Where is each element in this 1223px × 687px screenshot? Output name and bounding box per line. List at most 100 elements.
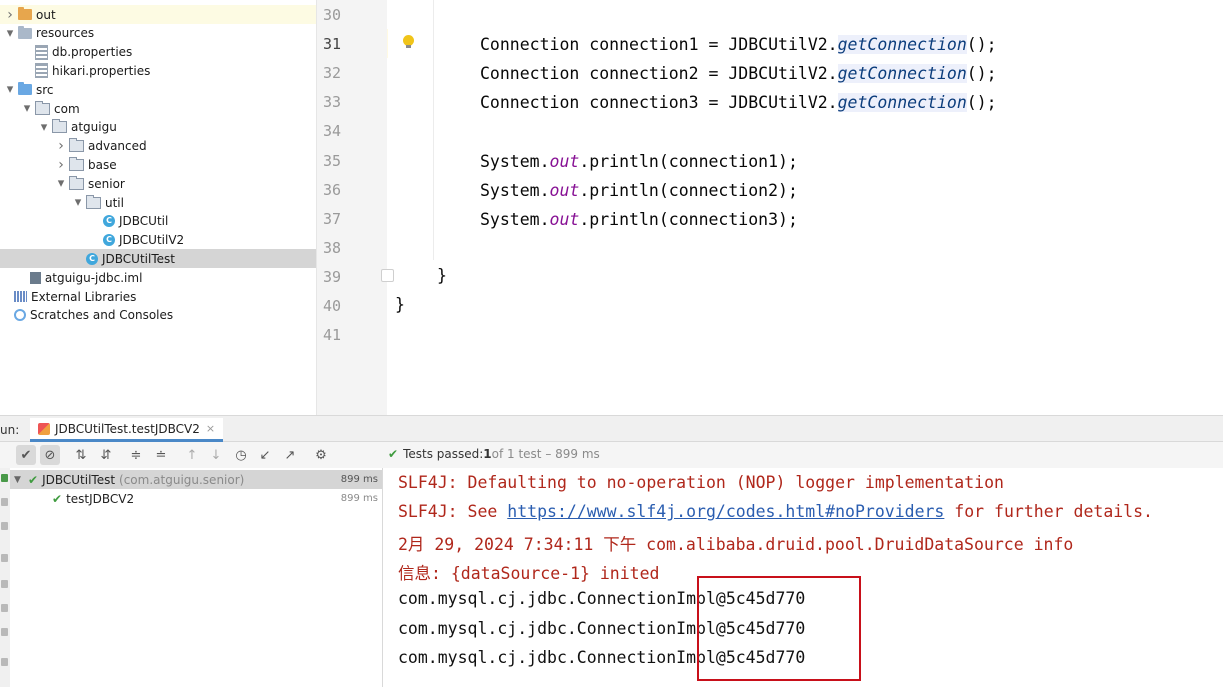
rerun-icon[interactable] bbox=[1, 474, 8, 482]
test-case-name: testJDBCV2 bbox=[66, 491, 135, 506]
tree-item-util[interactable]: ▾ util bbox=[0, 193, 316, 212]
test-suite-row[interactable]: ▼ ✔ JDBCUtilTest (com.atguigu.senior) 89… bbox=[10, 470, 382, 489]
test-history-icon[interactable]: ◷ bbox=[231, 445, 251, 465]
chevron-down-icon[interactable]: ▼ bbox=[14, 475, 24, 485]
line-number: 39 bbox=[322, 267, 341, 286]
tree-item-com[interactable]: ▾ com bbox=[0, 99, 316, 118]
camera-icon[interactable] bbox=[1, 554, 8, 562]
source-folder-icon bbox=[18, 82, 32, 96]
package-icon bbox=[86, 194, 101, 209]
show-passed-icon[interactable]: ✔ bbox=[16, 445, 36, 465]
code-text: System. bbox=[480, 180, 550, 200]
tree-item-label: out bbox=[36, 7, 56, 22]
chevron-down-icon[interactable]: ▾ bbox=[21, 99, 33, 118]
gear-icon[interactable]: ⚙ bbox=[311, 445, 331, 465]
pin-icon[interactable] bbox=[1, 628, 8, 636]
chevron-right-icon[interactable]: › bbox=[55, 137, 67, 156]
test-results-tree: ▼ ✔ JDBCUtilTest (com.atguigu.senior) 89… bbox=[10, 468, 383, 687]
test-suite-package: (com.atguigu.senior) bbox=[119, 472, 245, 487]
sort-duration-icon[interactable]: ⇵ bbox=[96, 445, 116, 465]
import-tests-icon[interactable]: ↙ bbox=[255, 445, 275, 465]
layout-icon[interactable] bbox=[1, 580, 8, 588]
chevron-down-icon[interactable]: ▾ bbox=[55, 174, 67, 193]
chevron-down-icon[interactable]: ▾ bbox=[72, 193, 84, 212]
export-tests-icon[interactable]: ↗ bbox=[280, 445, 300, 465]
chevron-down-icon[interactable]: ▾ bbox=[4, 80, 16, 99]
close-icon[interactable]: × bbox=[206, 422, 215, 435]
tree-item-jdbcutilv2[interactable]: C JDBCUtilV2 bbox=[0, 231, 316, 250]
tree-item-hikari-properties[interactable]: hikari.properties bbox=[0, 61, 316, 80]
code-text: Connection connection1 = JDBCUtilV2. bbox=[480, 35, 838, 55]
line-number: 36 bbox=[322, 180, 341, 199]
scratches-icon bbox=[14, 309, 26, 322]
fold-marker-icon[interactable] bbox=[381, 269, 394, 282]
tab-run-config[interactable]: JDBCUtilTest.testJDBCV2 × bbox=[30, 418, 224, 442]
tree-item-label: atguigu-jdbc.iml bbox=[44, 270, 143, 285]
print-icon[interactable] bbox=[1, 604, 8, 612]
package-icon bbox=[69, 156, 84, 171]
tree-item-atguigu-jdbc-iml[interactable]: atguigu-jdbc.iml bbox=[0, 268, 316, 287]
chevron-right-icon[interactable]: › bbox=[4, 5, 16, 24]
status-passed-count: 1 bbox=[483, 447, 492, 461]
stop-icon[interactable] bbox=[1, 498, 8, 506]
tree-item-label: JDBCUtilV2 bbox=[119, 233, 185, 248]
tree-item-jdbcutiltest[interactable]: C JDBCUtilTest bbox=[0, 249, 316, 269]
tree-item-label: Scratches and Consoles bbox=[30, 308, 174, 323]
libraries-icon bbox=[14, 291, 27, 302]
tree-item-external-libraries[interactable]: External Libraries bbox=[0, 287, 316, 306]
static-field: out bbox=[549, 209, 580, 229]
tree-item-out[interactable]: › out bbox=[0, 5, 316, 24]
tree-item-src[interactable]: ▾ src bbox=[0, 80, 316, 99]
tree-item-advanced[interactable]: › advanced bbox=[0, 137, 316, 156]
chevron-down-icon[interactable]: ▾ bbox=[4, 24, 16, 43]
chevron-right-icon[interactable]: › bbox=[55, 155, 67, 174]
code-line: System.out.println(connection2); bbox=[480, 181, 798, 200]
tree-item-label: JDBCUtilTest bbox=[102, 251, 175, 266]
next-failed-icon[interactable]: ↓ bbox=[206, 445, 226, 465]
tree-item-senior[interactable]: ▾ senior bbox=[0, 174, 316, 193]
code-editor[interactable] bbox=[388, 0, 1223, 415]
line-number: 31 bbox=[322, 35, 341, 54]
tree-item-label: atguigu bbox=[71, 120, 117, 135]
module-file-icon bbox=[29, 271, 41, 284]
annotation-highlight-box bbox=[697, 576, 861, 681]
collapse-all-icon[interactable]: ≐ bbox=[151, 445, 171, 465]
tree-item-resources[interactable]: ▾ resources bbox=[0, 24, 316, 43]
chevron-down-icon[interactable]: ▾ bbox=[38, 118, 50, 137]
expand-all-icon[interactable]: ≑ bbox=[126, 445, 146, 465]
tree-item-label: src bbox=[36, 82, 54, 97]
console-line: SLF4J: Defaulting to no-operation (NOP) … bbox=[398, 473, 1004, 492]
folder-icon bbox=[18, 7, 32, 20]
status-prefix: Tests passed: bbox=[403, 447, 484, 461]
tree-item-jdbcutil[interactable]: C JDBCUtil bbox=[0, 212, 316, 231]
sort-alpha-icon[interactable]: ⇅ bbox=[71, 445, 91, 465]
tree-item-base[interactable]: › base bbox=[0, 155, 316, 174]
code-line: System.out.println(connection1); bbox=[480, 152, 798, 171]
code-text: .println(connection1); bbox=[579, 151, 798, 171]
tree-item-db-properties[interactable]: db.properties bbox=[0, 43, 316, 62]
previous-failed-icon[interactable]: ↑ bbox=[182, 445, 202, 465]
package-icon bbox=[69, 138, 84, 153]
code-line: Connection connection2 = JDBCUtilV2.getC… bbox=[480, 64, 997, 84]
toggle-icon[interactable] bbox=[1, 522, 8, 530]
check-icon: ✔ bbox=[388, 447, 399, 461]
tree-item-atguigu[interactable]: ▾ atguigu bbox=[0, 118, 316, 137]
properties-file-icon bbox=[35, 44, 48, 60]
static-field: out bbox=[549, 151, 580, 171]
line-number: 41 bbox=[322, 326, 341, 345]
trash-icon[interactable] bbox=[1, 658, 8, 666]
code-text: System. bbox=[480, 151, 550, 171]
tab-label: JDBCUtilTest.testJDBCV2 bbox=[55, 421, 200, 436]
test-case-row[interactable]: ✔ testJDBCV2 899 ms bbox=[10, 489, 382, 508]
tree-item-scratches-and-consoles[interactable]: Scratches and Consoles bbox=[0, 306, 316, 325]
code-text: (); bbox=[966, 93, 997, 113]
tree-item-label: advanced bbox=[88, 139, 147, 154]
code-line: Connection connection1 = JDBCUtilV2.getC… bbox=[480, 35, 997, 55]
console-link[interactable]: https://www.slf4j.org/codes.html#noProvi… bbox=[507, 502, 944, 521]
lightbulb-icon[interactable] bbox=[403, 35, 414, 48]
line-number: 35 bbox=[322, 151, 341, 170]
show-ignored-icon[interactable]: ⊘ bbox=[40, 445, 60, 465]
